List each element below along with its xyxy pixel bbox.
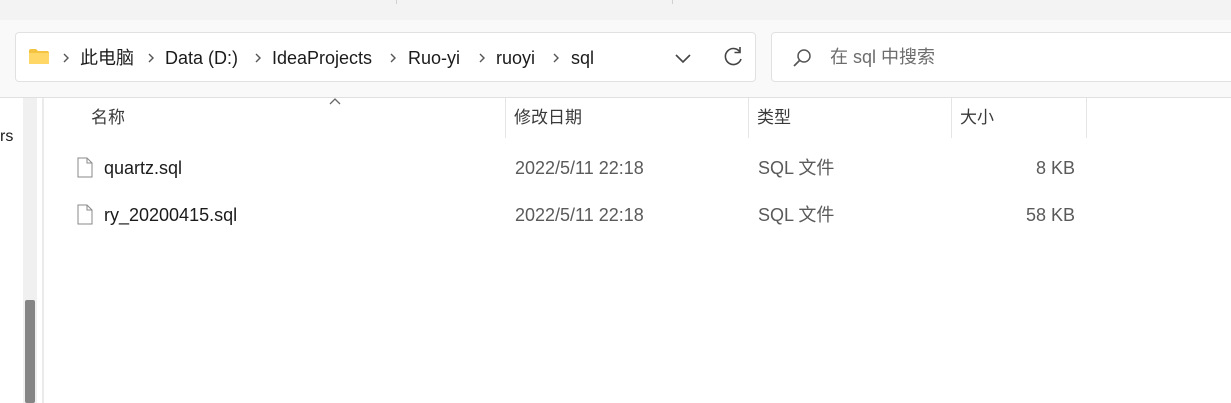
column-header-name[interactable]: 名称 [83,98,506,138]
file-size: 58 KB [1025,205,1075,225]
search-input[interactable] [830,45,1210,69]
file-modified: 2022/5/11 22:18 [515,158,644,178]
file-name: ry_20200415.sql [104,205,238,225]
file-type: SQL 文件 [758,158,835,178]
breadcrumb-item-ruoyi[interactable]: ruoyi [496,47,535,69]
column-header-modified-label: 修改日期 [514,108,582,127]
breadcrumb-item-ideaprojects[interactable]: IdeaProjects [272,47,372,69]
file-name: quartz.sql [104,158,183,178]
nav-scrollbar[interactable] [23,98,37,403]
file-list: 名称 修改日期 类型 大小 quartz.sql 2022/5/11 22:18… [44,98,1231,403]
chevron-right-icon[interactable] [388,49,398,67]
file-type: SQL 文件 [758,205,835,225]
column-header-size[interactable]: 大小 [952,98,1087,138]
file-row[interactable]: quartz.sql 2022/5/11 22:18 SQL 文件 8 KB [74,146,1086,190]
search-icon [793,49,811,67]
search-box[interactable] [771,32,1231,82]
breadcrumb-item-this-pc[interactable]: 此电脑 [80,47,134,69]
navigation-pane[interactable]: rs [0,98,42,403]
sort-up-icon [329,98,341,105]
breadcrumb-item-sql[interactable]: sql [571,47,594,69]
file-explorer-window: 此电脑 Data (D:) IdeaProjects Ruo-yi ruoyi … [0,0,1231,403]
file-row[interactable]: ry_20200415.sql 2022/5/11 22:18 SQL 文件 5… [74,193,1086,237]
breadcrumb-item-data-drive[interactable]: Data (D:) [165,47,238,69]
column-header-modified[interactable]: 修改日期 [506,98,749,138]
tab-separator [396,0,397,4]
nav-item-label[interactable]: rs [0,128,13,146]
refresh-icon[interactable] [720,44,746,70]
chevron-right-icon[interactable] [477,49,487,67]
tab-separator [672,0,673,4]
column-header-type[interactable]: 类型 [749,98,952,138]
file-modified: 2022/5/11 22:18 [515,205,644,225]
address-row: 此电脑 Data (D:) IdeaProjects Ruo-yi ruoyi … [0,20,1231,98]
chevron-right-icon[interactable] [253,49,263,67]
file-size: 8 KB [1035,158,1075,178]
column-header-size-label: 大小 [960,108,994,127]
address-bar[interactable]: 此电脑 Data (D:) IdeaProjects Ruo-yi ruoyi … [15,32,756,82]
chevron-right-icon[interactable] [61,49,71,67]
breadcrumb-item-ruo-yi[interactable]: Ruo-yi [408,47,460,69]
chevron-down-icon[interactable] [671,46,695,70]
column-header-type-label: 类型 [757,108,791,127]
column-header-name-label: 名称 [91,108,125,127]
folder-icon [29,49,49,64]
chevron-right-icon[interactable] [551,49,561,67]
file-icon [77,204,93,225]
chevron-right-icon[interactable] [146,49,156,67]
file-icon [77,157,93,178]
tab-strip [0,0,1231,21]
nav-scrollbar-thumb[interactable] [25,300,35,403]
